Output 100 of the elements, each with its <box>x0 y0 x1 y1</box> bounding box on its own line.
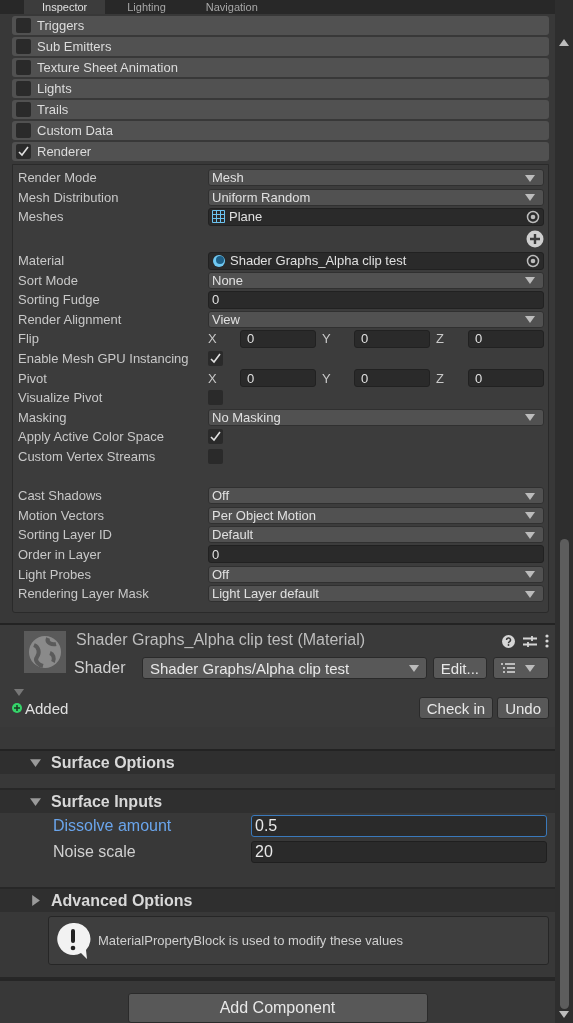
section-header[interactable]: Advanced Options <box>0 889 555 913</box>
caret-icon <box>525 663 535 674</box>
tab[interactable]: Navigation <box>187 0 276 14</box>
property-label: Motion Vectors <box>18 507 105 523</box>
added-icon <box>12 703 22 714</box>
number-field[interactable]: 0 <box>240 329 316 348</box>
help-message: MaterialPropertyBlock is used to modify these values <box>98 933 403 949</box>
number-field[interactable]: 0 <box>354 329 430 348</box>
sphere-icon <box>212 253 226 268</box>
sliders-icon[interactable] <box>523 634 537 648</box>
checkbox[interactable] <box>208 351 223 367</box>
dropdown-arrow-icon <box>525 172 535 183</box>
foldout-arrow-icon[interactable] <box>14 687 24 698</box>
module-checkbox[interactable] <box>16 60 31 75</box>
number-field[interactable]: 0 <box>468 329 544 348</box>
property-label: Mesh Distribution <box>18 189 120 205</box>
axis-label: Z <box>436 331 445 347</box>
number-field[interactable]: 0 <box>208 290 544 309</box>
module-label: Sub Emitters <box>37 39 112 54</box>
module-header[interactable]: Lights <box>12 79 549 98</box>
shader-label: Shader <box>74 659 127 678</box>
dropdown[interactable]: None <box>208 271 544 289</box>
property-label: Render Mode <box>18 170 98 186</box>
module-label: Custom Data <box>37 123 113 138</box>
module-label: Texture Sheet Animation <box>37 60 178 75</box>
tab[interactable]: Lighting <box>109 0 184 14</box>
axis-label: Y <box>322 370 332 386</box>
dropdown[interactable]: Default <box>208 526 544 544</box>
scroll-up-icon[interactable] <box>559 38 569 48</box>
number-field[interactable]: 0 <box>208 545 544 564</box>
module-label: Renderer <box>37 144 92 159</box>
add-component-button[interactable]: Add Component <box>127 993 428 1023</box>
dropdown[interactable]: Off <box>208 565 544 583</box>
property-label: Sorting Fudge <box>18 292 101 308</box>
dropdown[interactable]: Mesh <box>208 169 544 187</box>
module-header[interactable]: Texture Sheet Animation <box>12 58 549 77</box>
property-label: Sort Mode <box>18 272 79 288</box>
dropdown-arrow-icon <box>408 663 419 674</box>
module-header[interactable]: Sub Emitters <box>12 37 549 56</box>
module-checkbox[interactable] <box>16 81 31 96</box>
module-header[interactable]: Triggers <box>12 16 549 35</box>
object-field[interactable]: Plane <box>208 208 544 226</box>
dropdown[interactable]: Uniform Random <box>208 188 544 206</box>
section-header[interactable]: Surface Options <box>0 751 555 775</box>
foldout-arrow-icon <box>30 796 41 808</box>
number-field[interactable]: 0 <box>354 369 430 388</box>
module-checkbox[interactable] <box>16 123 31 138</box>
property-label: Material <box>18 253 66 269</box>
dropdown-arrow-icon <box>525 192 535 203</box>
object-picker-icon[interactable] <box>526 210 540 224</box>
list-menu-button[interactable] <box>493 657 549 680</box>
scrollbar[interactable] <box>555 0 573 1023</box>
grid-icon <box>212 210 225 224</box>
property-label: Flip <box>18 331 40 347</box>
help-icon[interactable] <box>502 634 515 648</box>
dropdown[interactable]: No Masking <box>208 408 544 426</box>
property-label: Visualize Pivot <box>18 390 104 406</box>
module-checkbox[interactable] <box>16 39 31 54</box>
dropdown[interactable]: View <box>208 310 544 328</box>
module-header[interactable]: Renderer <box>12 142 549 161</box>
tab[interactable]: Inspector <box>24 0 106 14</box>
number-field[interactable]: 0 <box>240 369 316 388</box>
module-label: Lights <box>37 81 72 96</box>
module-label: Triggers <box>37 18 85 33</box>
object-picker-icon[interactable] <box>526 253 540 268</box>
checkbox[interactable] <box>208 429 223 445</box>
axis-label: Y <box>322 331 332 347</box>
dropdown-arrow-icon <box>525 510 535 521</box>
object-field[interactable]: Shader Graphs_Alpha clip test <box>208 251 544 270</box>
add-icon[interactable] <box>526 229 544 248</box>
edit-button[interactable]: Edit... <box>432 657 487 680</box>
input-field[interactable]: 0.5 <box>251 815 547 838</box>
material-preview <box>24 631 66 674</box>
shader-dropdown[interactable]: Shader Graphs/Alpha clip test <box>142 657 427 680</box>
module-header[interactable]: Trails <box>12 100 549 119</box>
axis-label: X <box>208 331 218 347</box>
module-checkbox[interactable] <box>16 102 31 117</box>
property-label: Enable Mesh GPU Instancing <box>18 351 190 367</box>
dropdown[interactable]: Light Layer default <box>208 585 544 603</box>
module-checkbox[interactable] <box>16 18 31 33</box>
vcs-button[interactable]: Undo <box>497 697 549 720</box>
dropdown[interactable]: Off <box>208 487 544 505</box>
property-label: Pivot <box>18 370 48 386</box>
vcs-button[interactable]: Check in <box>418 697 494 720</box>
property-label: Light Probes <box>18 566 92 582</box>
more-icon[interactable] <box>545 634 549 649</box>
property-label: Render Alignment <box>18 311 123 327</box>
section-header[interactable]: Surface Inputs <box>0 790 555 814</box>
axis-label: Z <box>436 370 445 386</box>
property-label: Meshes <box>18 209 65 225</box>
input-field[interactable]: 20 <box>251 841 547 864</box>
list-icon <box>501 663 515 674</box>
dropdown[interactable]: Per Object Motion <box>208 506 544 524</box>
dropdown-arrow-icon <box>525 569 535 580</box>
module-checkbox[interactable] <box>16 144 31 159</box>
dropdown-arrow-icon <box>525 275 535 286</box>
module-header[interactable]: Custom Data <box>12 121 549 140</box>
number-field[interactable]: 0 <box>468 369 544 388</box>
scrollbar-thumb[interactable] <box>559 538 569 1009</box>
property-label: Custom Vertex Streams <box>18 449 157 464</box>
